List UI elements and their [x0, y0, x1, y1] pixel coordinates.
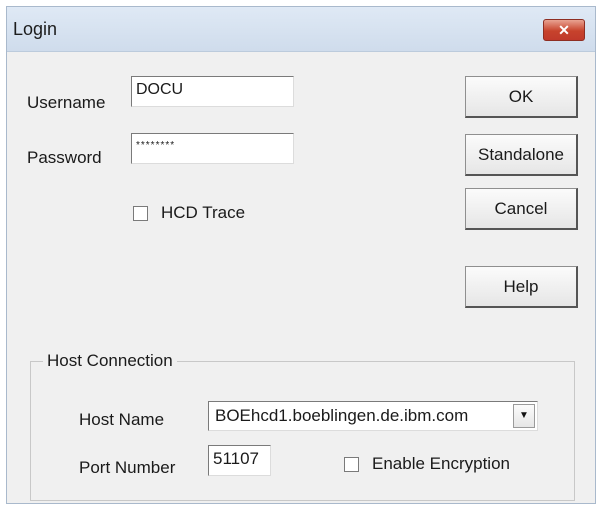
- window-title: Login: [13, 19, 58, 39]
- login-dialog: Login ✕ Username DOCU Password ******** …: [6, 6, 596, 504]
- password-label: Password: [27, 148, 102, 167]
- title-bar[interactable]: Login ✕: [7, 7, 595, 52]
- close-icon: ✕: [558, 22, 570, 38]
- cancel-button[interactable]: Cancel: [465, 188, 578, 230]
- dialog-body: Username DOCU Password ******** HCD Trac…: [7, 52, 595, 503]
- enable-encryption-checkbox[interactable]: [344, 457, 359, 472]
- port-number-label: Port Number: [79, 458, 176, 477]
- username-label: Username: [27, 93, 106, 112]
- host-name-combobox[interactable]: BOEhcd1.boeblingen.de.ibm.com ▼: [208, 401, 538, 431]
- hcd-trace-label: HCD Trace: [161, 203, 246, 222]
- port-number-input[interactable]: 51107: [208, 445, 271, 476]
- host-name-value: BOEhcd1.boeblingen.de.ibm.com: [215, 406, 469, 425]
- enable-encryption-label: Enable Encryption: [372, 454, 510, 473]
- host-connection-title: Host Connection: [43, 351, 177, 371]
- username-input[interactable]: DOCU: [131, 76, 294, 107]
- standalone-button[interactable]: Standalone: [465, 134, 578, 176]
- host-name-label: Host Name: [79, 410, 165, 429]
- chevron-down-icon[interactable]: ▼: [513, 404, 535, 428]
- ok-button[interactable]: OK: [465, 76, 578, 118]
- close-button[interactable]: ✕: [543, 19, 585, 41]
- hcd-trace-checkbox[interactable]: [133, 206, 148, 221]
- host-connection-group: [30, 361, 575, 501]
- password-input[interactable]: ********: [131, 133, 294, 164]
- help-button[interactable]: Help: [465, 266, 578, 308]
